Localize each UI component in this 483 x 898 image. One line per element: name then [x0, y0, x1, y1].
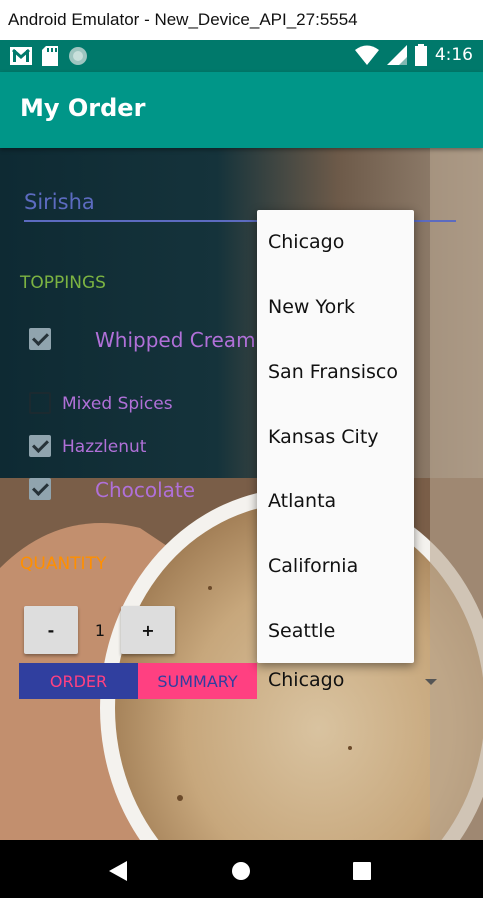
status-right-icons: 4:16: [354, 44, 473, 66]
city-option-atlanta[interactable]: Atlanta: [268, 490, 336, 512]
increment-button[interactable]: +: [121, 606, 175, 654]
mixed-spices-checkbox[interactable]: [29, 392, 51, 414]
city-option-california[interactable]: California: [268, 555, 358, 577]
toppings-label: TOPPINGS: [20, 273, 106, 293]
city-option-seattle[interactable]: Seattle: [268, 620, 335, 642]
chocolate-label: Chocolate: [95, 478, 196, 502]
app-bar: My Order: [0, 72, 483, 148]
city-option-kansas-city[interactable]: Kansas City: [268, 426, 379, 448]
hazzlenut-checkbox[interactable]: [29, 435, 51, 457]
mixed-spices-label: Mixed Spices: [62, 394, 173, 414]
city-option-chicago[interactable]: Chicago: [268, 231, 344, 253]
gmail-icon: [10, 47, 32, 65]
order-button[interactable]: ORDER: [19, 663, 138, 699]
recents-icon[interactable]: [353, 862, 371, 880]
city-dropdown-menu: Chicago New York San Fransisco Kansas Ci…: [257, 210, 414, 663]
whipped-cream-checkbox[interactable]: [29, 328, 51, 350]
window-title: Android Emulator - New_Device_API_27:555…: [0, 0, 483, 40]
city-selected-value: Chicago: [268, 669, 345, 691]
navigation-bar: [0, 840, 483, 898]
app-title: My Order: [20, 94, 146, 122]
status-left-icons: [10, 46, 88, 66]
status-time: 4:16: [434, 45, 473, 65]
back-icon[interactable]: [109, 861, 127, 881]
battery-icon: [414, 44, 427, 66]
signal-icon: [386, 45, 407, 65]
dropdown-arrow-icon: [425, 679, 437, 685]
whipped-cream-label: Whipped Cream: [95, 328, 256, 352]
home-icon[interactable]: [231, 861, 251, 881]
main-content: TOPPINGS Whipped Cream Mixed Spices Hazz…: [0, 148, 483, 840]
city-option-san-fransisco[interactable]: San Fransisco: [268, 361, 398, 383]
status-bar: 4:16: [0, 40, 483, 72]
wifi-icon: [354, 45, 379, 65]
chocolate-checkbox[interactable]: [29, 478, 51, 500]
quantity-value: 1: [94, 621, 106, 640]
quantity-label: QUANTITY: [20, 554, 107, 574]
circle-notification-icon: [69, 47, 87, 65]
hazzlenut-label: Hazzlenut: [62, 437, 147, 457]
decrement-button[interactable]: -: [24, 606, 78, 654]
city-spinner[interactable]: Chicago: [257, 663, 453, 699]
sd-card-icon: [42, 46, 58, 66]
summary-button[interactable]: SUMMARY: [138, 663, 257, 699]
city-option-new-york[interactable]: New York: [268, 296, 355, 318]
